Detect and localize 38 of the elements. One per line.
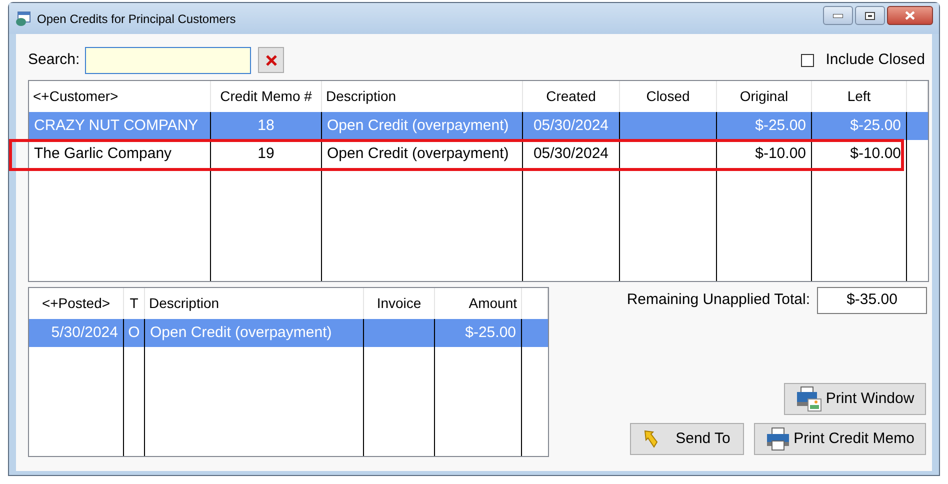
- close-button[interactable]: [887, 6, 933, 25]
- table-cell-text: The Garlic Company: [34, 144, 172, 164]
- search-label: Search:: [28, 50, 81, 70]
- maximize-button[interactable]: [855, 6, 885, 25]
- table-cell-text: 05/30/2024: [533, 144, 609, 164]
- remaining-total-label: Remaining Unapplied Total:: [626, 290, 810, 310]
- printer-icon: [766, 427, 790, 451]
- include-closed-checkbox[interactable]: [800, 54, 814, 66]
- arrow-icon: [644, 430, 658, 448]
- table-cell-text: Open Credit (overpayment): [327, 144, 509, 164]
- table-cell-text: CRAZY NUT COMPANY: [34, 116, 198, 136]
- table-cell-text: 19: [258, 144, 274, 164]
- window-title: Open Credits for Principal Customers: [37, 10, 236, 28]
- close-icon: [905, 11, 915, 20]
- print-window-button[interactable]: Print Window: [784, 383, 926, 415]
- table-cell-text: $-25.00: [850, 116, 901, 136]
- include-closed-label[interactable]: Include Closed: [826, 48, 925, 72]
- table-cell-text: Open Credit (overpayment): [150, 322, 332, 343]
- search-field[interactable]: [85, 46, 251, 74]
- minimize-button[interactable]: [823, 6, 853, 25]
- printer-picture-icon: [796, 386, 822, 412]
- table-cell-text: O: [128, 322, 140, 343]
- table-cell-text: $-25.00: [755, 116, 806, 136]
- send-to-button[interactable]: Send To: [630, 423, 744, 455]
- table-cell-text: 18: [258, 116, 274, 136]
- table-cell-text: 5/30/2024: [51, 322, 118, 343]
- minimize-icon: [833, 14, 843, 18]
- table-cell-text: Open Credit (overpayment): [327, 116, 509, 136]
- remaining-total-value: $-35.00: [817, 287, 927, 314]
- restore-icon: [865, 12, 875, 20]
- app-icon: [15, 10, 31, 26]
- table-cell-text: $-10.00: [850, 144, 901, 164]
- table-cell-text: 05/30/2024: [533, 116, 609, 136]
- print-credit-memo-button[interactable]: Print Credit Memo: [754, 423, 926, 455]
- table-cell-text: $-25.00: [465, 322, 516, 343]
- table-cell-text: $-10.00: [755, 144, 806, 164]
- clear-icon: [266, 54, 276, 66]
- clear-search-button[interactable]: [258, 47, 284, 73]
